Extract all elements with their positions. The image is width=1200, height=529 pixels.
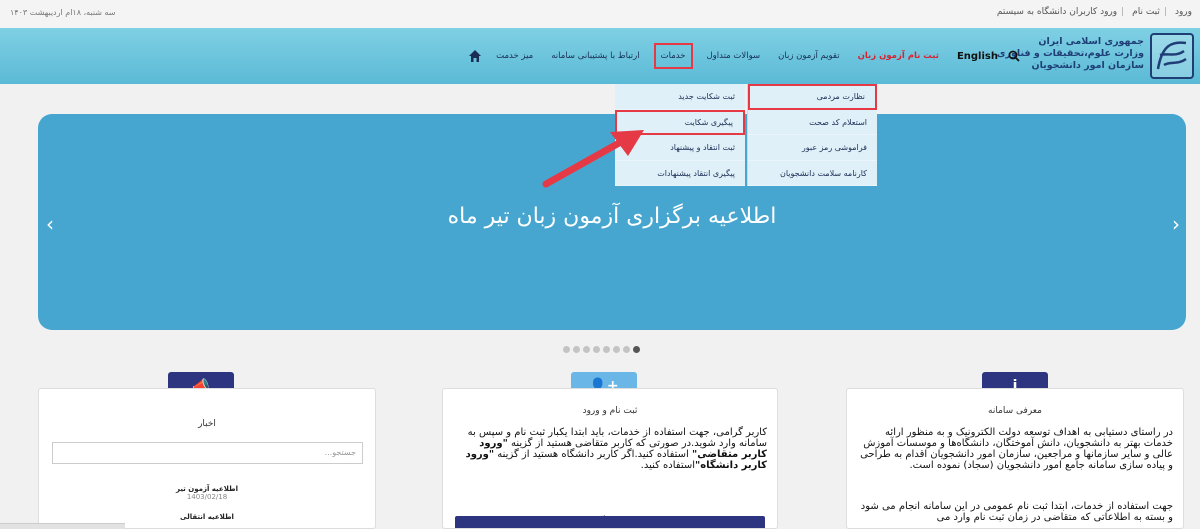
horizontal-scrollbar[interactable]: [0, 523, 125, 529]
menu-item-exam-register[interactable]: ثبت نام آزمون زبان: [854, 45, 943, 67]
site-logo[interactable]: جمهوری اسلامی ایران وزارت علوم،تحقیقات و…: [997, 31, 1194, 81]
register-description: کاربر گرامی، جهت استفاده از خدمات، باید …: [453, 427, 767, 471]
slider-dot[interactable]: [593, 346, 600, 353]
dropdown-column-right: نظارت مردمی استعلام کد صحت فراموشی رمز ع…: [747, 84, 877, 186]
register-link[interactable]: ثبت نام: [1132, 7, 1160, 17]
intro-paragraph-1: در راستای دستیابی به اهداف توسعه دولت ال…: [860, 427, 1173, 471]
news-item-title: اطلاعیه آزمون تیر: [175, 485, 239, 493]
register-text-1: کاربر گرامی، جهت استفاده از خدمات، باید …: [467, 427, 767, 449]
top-bar: سه شنبه، ۱۸ام اردیبهشت ۱۴۰۳ ورود|ثبت نام…: [0, 0, 1200, 28]
news-item[interactable]: اطلاعیه آزمون تیر 1403/02/18: [39, 485, 375, 501]
register-card: ثبت نام و ورود کاربر گرامی، جهت استفاده …: [442, 388, 778, 529]
menu-item-services[interactable]: خدمات: [653, 43, 693, 69]
ministry-emblem-icon: [1150, 33, 1194, 79]
main-navbar: جمهوری اسلامی ایران وزارت علوم،تحقیقات و…: [0, 28, 1200, 84]
menu-item-support[interactable]: ارتباط با پشتیبانی سامانه: [547, 45, 643, 67]
slider-dot[interactable]: [613, 346, 620, 353]
menu-item-english[interactable]: English: [953, 45, 1002, 68]
news-item[interactable]: اطلاعیه انتقالی: [39, 513, 375, 521]
university-login-link[interactable]: ورود کاربران دانشگاه به سیستم: [997, 7, 1117, 17]
news-item-date: 1403/02/18: [186, 493, 228, 501]
slider-next-button[interactable]: ›: [1172, 212, 1180, 236]
dropdown-item-public-oversight[interactable]: نظارت مردمی: [748, 84, 877, 110]
news-card: اخبار جستجو... اطلاعیه آزمون تیر 1403/02…: [38, 388, 376, 529]
register-text-3: استفاده کنید.: [640, 460, 696, 471]
intro-card: معرفی سامانه در راستای دستیابی به اهداف …: [846, 388, 1184, 529]
menu-item-exam-calendar[interactable]: تقویم آزمون زبان: [774, 45, 843, 67]
slider-dot[interactable]: [623, 346, 630, 353]
slider-title: اطلاعیه برگزاری آزمون زبان تیر ماه: [447, 204, 777, 229]
slider-pagination: [563, 346, 643, 354]
menu-item-faq[interactable]: سوالات متداول: [703, 45, 765, 67]
slider-dot[interactable]: [573, 346, 580, 353]
register-text-2: استفاده کنید.اگر کاربر دانشگاه هستید از …: [494, 449, 692, 460]
register-login-button[interactable]: [455, 516, 765, 528]
intro-paragraph-2: جهت استفاده از خدمات، ابتدا ثبت نام عموم…: [860, 501, 1173, 523]
news-search-input[interactable]: جستجو...: [52, 442, 363, 464]
emblem-svg: [1156, 41, 1187, 70]
slider-dot[interactable]: [563, 346, 570, 353]
slider-dot[interactable]: [583, 346, 590, 353]
menu-item-service-desk[interactable]: میز خدمت: [492, 45, 537, 67]
dropdown-item-forgot-password[interactable]: فراموشی رمز عبور: [748, 135, 877, 161]
dropdown-item-new-complaint[interactable]: ثبت شکایت جدید: [615, 84, 745, 110]
separator: |: [1163, 7, 1167, 17]
news-item-title: اطلاعیه انتقالی: [180, 513, 234, 521]
home-icon[interactable]: [468, 49, 482, 63]
slider-dot[interactable]: [603, 346, 610, 353]
current-date: سه شنبه، ۱۸ام اردیبهشت ۱۴۰۳: [10, 8, 116, 17]
login-link[interactable]: ورود: [1175, 7, 1192, 17]
services-dropdown: نظارت مردمی استعلام کد صحت فراموشی رمز ع…: [615, 84, 877, 186]
intro-heading: معرفی سامانه: [988, 406, 1042, 416]
annotation-arrow-icon: [542, 130, 644, 188]
login-links: ورود|ثبت نام|ورود کاربران دانشگاه به سیس…: [993, 7, 1192, 17]
separator: |: [1121, 7, 1125, 17]
dropdown-item-health-report[interactable]: کارنامه سلامت دانشجویان: [748, 161, 877, 186]
slider-dot-active[interactable]: [633, 346, 640, 353]
register-heading: ثبت نام و ورود: [582, 406, 638, 416]
search-icon[interactable]: [1008, 50, 1020, 62]
main-menu: میز خدمت ارتباط با پشتیبانی سامانه خدمات…: [456, 28, 1020, 84]
news-heading: اخبار: [198, 419, 216, 429]
dropdown-item-verify-code[interactable]: استعلام کد صحت: [748, 110, 877, 135]
